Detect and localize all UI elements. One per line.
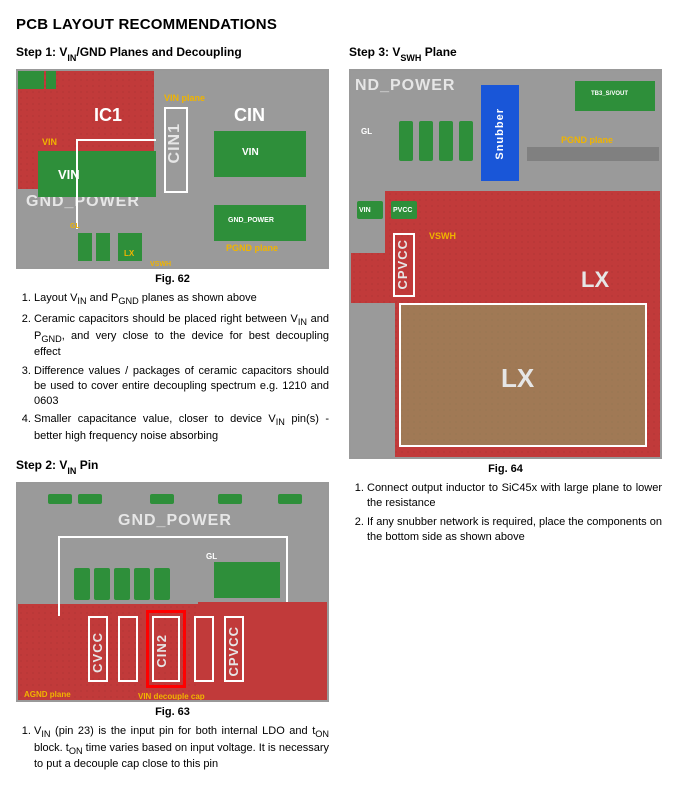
fig64-cpvcc-label: CPVCC — [395, 239, 410, 290]
fig62-cin-label: CIN — [234, 105, 265, 126]
figure-64-pcb: ND_POWER TB3_S/VOUT Snubber PGND plane G… — [349, 69, 662, 459]
step1-heading: Step 1: VIN/GND Planes and Decoupling — [16, 45, 329, 61]
step3-note-1: Connect output inductor to SiC45x with l… — [367, 481, 662, 511]
step3-note-2: If any snubber network is required, plac… — [367, 515, 662, 545]
right-column: Step 3: VSWH Plane ND_POWER TB3_S/VOUT S… — [349, 45, 662, 786]
fig62-vin-small-label: VIN — [42, 137, 57, 147]
fig64-nd-power-label: ND_POWER — [355, 77, 455, 95]
fig63-highlight-box — [146, 610, 186, 688]
fig63-gl-label: GL — [206, 552, 217, 561]
fig64-vswh-label: VSWH — [429, 231, 456, 241]
left-column: Step 1: VIN/GND Planes and Decoupling GN… — [16, 45, 329, 786]
step1-notes: Layout VIN and PGND planes as shown abov… — [16, 291, 329, 443]
fig62-pgnd-plane-label: PGND plane — [226, 243, 278, 253]
step2-heading: Step 2: VIN Pin — [16, 458, 329, 474]
fig62-cin1-label: CIN1 — [166, 123, 184, 163]
fig64-lx-big-label: LX — [501, 363, 534, 394]
figure-63-pcb: GND_POWER GL LX CVCC CIN2 CPVC — [16, 482, 329, 702]
fig64-pgnd-plane-label: PGND plane — [561, 135, 613, 145]
step1-note-1: Layout VIN and PGND planes as shown abov… — [34, 291, 329, 308]
fig64-lx-mid-label: LX — [581, 267, 609, 293]
step3-heading: Step 3: VSWH Plane — [349, 45, 662, 61]
fig64-gl-label: GL — [361, 127, 372, 136]
fig62-gl-label: GL — [70, 223, 80, 230]
fig63-cpvcc-label: CPVCC — [226, 626, 241, 677]
figure-62-pcb: GND_POWER VIN IC1 CIN1 CIN VIN GND_POWER — [16, 69, 329, 269]
fig64-snubber-box: Snubber — [481, 85, 519, 181]
fig63-agnd-plane-label: AGND plane — [24, 690, 71, 699]
fig64-pvcc-label: PVCC — [393, 207, 412, 214]
fig62-vin-inner-label: VIN — [242, 147, 259, 158]
fig62-lx-label: LX — [124, 249, 134, 258]
fig62-gnd-pwr-box-label: GND_POWER — [228, 217, 274, 224]
figure-63-caption: Fig. 63 — [16, 706, 329, 718]
step1-note-3: Difference values / packages of ceramic … — [34, 364, 329, 409]
fig62-ic1-label: IC1 — [94, 105, 122, 126]
fig64-vin-label: VIN — [359, 207, 371, 214]
page-title: PCB LAYOUT RECOMMENDATIONS — [16, 16, 662, 33]
fig62-vswh-label: VSWH — [150, 261, 171, 268]
fig63-cvcc-label: CVCC — [90, 632, 105, 673]
fig63-gnd-power-label: GND_POWER — [118, 512, 232, 530]
two-column-layout: Step 1: VIN/GND Planes and Decoupling GN… — [16, 45, 662, 786]
fig64-tb3-label: TB3_S/VOUT — [591, 91, 628, 97]
step2-notes: VIN (pin 23) is the input pin for both i… — [16, 724, 329, 772]
fig63-vin-decouple-label: VIN decouple cap — [138, 692, 205, 701]
step1-note-4: Smaller capacitance value, closer to dev… — [34, 412, 329, 443]
figure-64-caption: Fig. 64 — [349, 463, 662, 475]
figure-62-caption: Fig. 62 — [16, 273, 329, 285]
fig62-vin-plane-label: VIN plane — [164, 93, 205, 103]
step1-note-2: Ceramic capacitors should be placed righ… — [34, 312, 329, 360]
step2-note-1: VIN (pin 23) is the input pin for both i… — [34, 724, 329, 772]
step3-notes: Connect output inductor to SiC45x with l… — [349, 481, 662, 544]
